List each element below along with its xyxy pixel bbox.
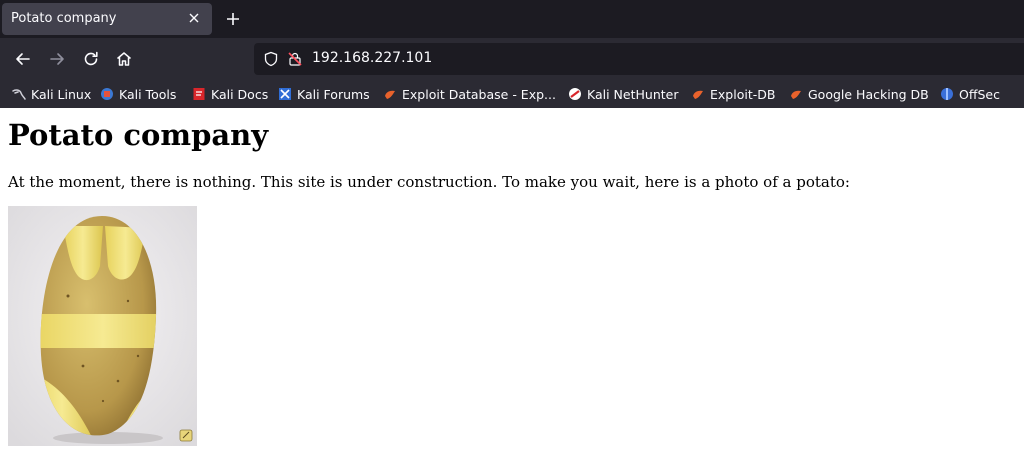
page-paragraph: At the moment, there is nothing. This si… — [8, 173, 850, 191]
shield-icon[interactable] — [263, 51, 279, 67]
bookmark-kali-nethunter[interactable]: Kali NetHunter — [568, 85, 678, 103]
reload-icon[interactable] — [80, 48, 102, 70]
new-tab-icon[interactable] — [223, 9, 243, 29]
bookmark-google-hacking-db[interactable]: Google Hacking DB — [789, 85, 929, 103]
tab-strip: Potato company — [0, 0, 1024, 38]
bookmark-kali-forums[interactable]: Kali Forums — [278, 85, 370, 103]
insecure-lock-icon[interactable] — [287, 51, 303, 67]
nav-bar: 192.168.227.101 — [0, 38, 1024, 80]
potato-photo — [8, 206, 197, 446]
kali-tools-icon — [101, 88, 113, 100]
bookmark-exploit-database[interactable]: Exploit Database - Exp... — [383, 85, 556, 103]
forward-icon[interactable] — [46, 48, 68, 70]
kali-forums-icon — [279, 88, 291, 100]
exploit-db-icon — [791, 90, 801, 99]
page-heading: Potato company — [8, 118, 269, 152]
back-icon[interactable] — [12, 48, 34, 70]
tab-title: Potato company — [11, 11, 117, 26]
bookmarks-toolbar: Kali Linux Kali Tools Kali Docs Kali For… — [0, 80, 1024, 108]
kali-docs-icon — [193, 88, 205, 100]
page-content: Potato company At the moment, there is n… — [0, 108, 1024, 470]
exploit-db-icon — [693, 90, 703, 99]
home-icon[interactable] — [113, 48, 135, 70]
bookmark-exploit-db[interactable]: Exploit-DB — [691, 85, 775, 103]
bookmark-kali-docs[interactable]: Kali Docs — [192, 85, 268, 103]
url-bar[interactable]: 192.168.227.101 — [254, 43, 1024, 75]
kali-dragon-icon — [12, 89, 26, 100]
tab-potato-company[interactable]: Potato company — [2, 3, 212, 35]
bookmark-kali-tools[interactable]: Kali Tools — [100, 85, 176, 103]
offsec-icon — [941, 88, 953, 100]
nethunter-icon — [569, 88, 581, 100]
bookmark-kali-linux[interactable]: Kali Linux — [12, 85, 91, 103]
url-text[interactable]: 192.168.227.101 — [312, 50, 432, 66]
close-icon[interactable] — [185, 9, 203, 27]
exploit-db-icon — [385, 90, 395, 99]
bookmark-offsec[interactable]: OffSec — [940, 85, 1000, 103]
